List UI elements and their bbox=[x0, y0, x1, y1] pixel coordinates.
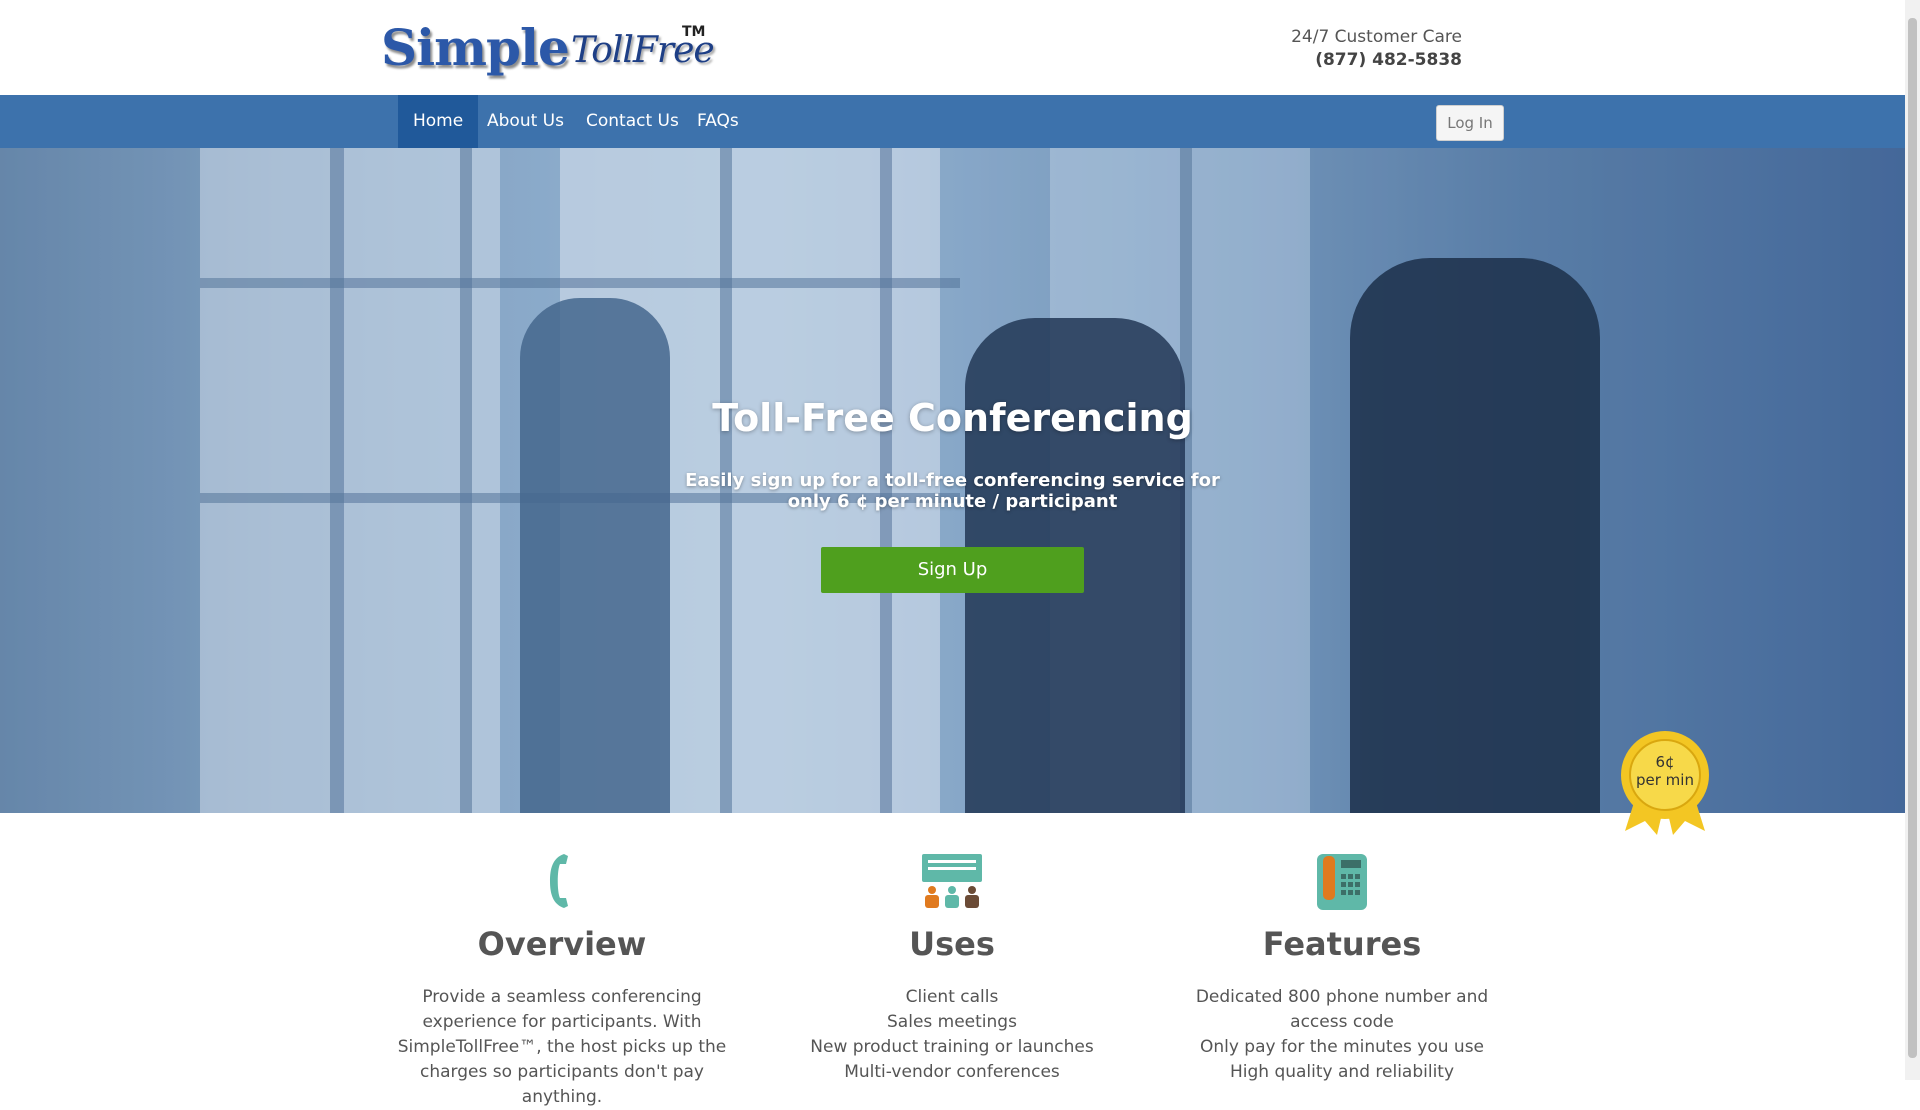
phone-handset-icon bbox=[550, 854, 568, 908]
badge-unit: per min bbox=[1636, 771, 1694, 789]
list-item: New product training or launches bbox=[810, 1037, 1094, 1057]
uses-list: Client calls Sales meetings New product … bbox=[787, 985, 1117, 1085]
overview-title: Overview bbox=[477, 925, 647, 963]
list-item: Dedicated 800 phone number and access co… bbox=[1195, 987, 1489, 1032]
list-item: Multi-vendor conferences bbox=[844, 1062, 1060, 1082]
badge-price: 6¢ bbox=[1655, 753, 1675, 771]
main-nav: Home About Us Contact Us FAQs Log In bbox=[0, 95, 1905, 148]
nav-item-faqs[interactable]: FAQs bbox=[682, 95, 754, 148]
nav-item-home[interactable]: Home bbox=[398, 95, 479, 148]
price-badge: 6¢ per min bbox=[1619, 731, 1711, 835]
customer-care-phone[interactable]: (877) 482-5838 bbox=[1291, 49, 1462, 72]
logo-trademark: TM bbox=[682, 24, 706, 40]
list-item: Sales meetings bbox=[887, 1012, 1017, 1032]
scrollbar-thumb[interactable] bbox=[1908, 18, 1917, 1058]
logo-text-simple: Simple bbox=[381, 18, 570, 77]
hero-banner: Toll-Free Conferencing Easily sign up fo… bbox=[0, 148, 1905, 813]
nav-item-contact-us[interactable]: Contact Us bbox=[571, 95, 694, 148]
features-list: Dedicated 800 phone number and access co… bbox=[1177, 985, 1507, 1085]
overview-column: Overview Provide a seamless conferencing… bbox=[397, 850, 727, 1110]
login-button[interactable]: Log In bbox=[1436, 105, 1504, 141]
list-item: High quality and reliability bbox=[1229, 1062, 1455, 1082]
uses-column: Uses Client calls Sales meetings New pro… bbox=[787, 850, 1117, 1085]
nav-item-about-us[interactable]: About Us bbox=[472, 95, 579, 148]
site-header: Simple TollFree TM 24/7 Customer Care (8… bbox=[0, 0, 1905, 95]
hero-subtitle: Easily sign up for a toll-free conferenc… bbox=[685, 470, 1220, 512]
list-item: Only pay for the minutes you use bbox=[1199, 1037, 1485, 1057]
features-title: Features bbox=[1262, 925, 1422, 963]
customer-care-info: 24/7 Customer Care (877) 482-5838 bbox=[1291, 26, 1462, 72]
uses-title: Uses bbox=[909, 925, 995, 963]
meeting-people-icon bbox=[922, 854, 982, 908]
features-column: Features Dedicated 800 phone number and … bbox=[1177, 850, 1507, 1085]
desk-phone-icon bbox=[1317, 854, 1367, 910]
signup-button[interactable]: Sign Up bbox=[821, 547, 1084, 593]
customer-care-label: 24/7 Customer Care bbox=[1291, 27, 1462, 47]
list-item: Client calls bbox=[905, 987, 999, 1007]
hero-title: Toll-Free Conferencing bbox=[712, 396, 1193, 440]
page-scrollbar[interactable] bbox=[1905, 0, 1920, 1080]
overview-text: Provide a seamless conferencing experien… bbox=[397, 987, 727, 1107]
